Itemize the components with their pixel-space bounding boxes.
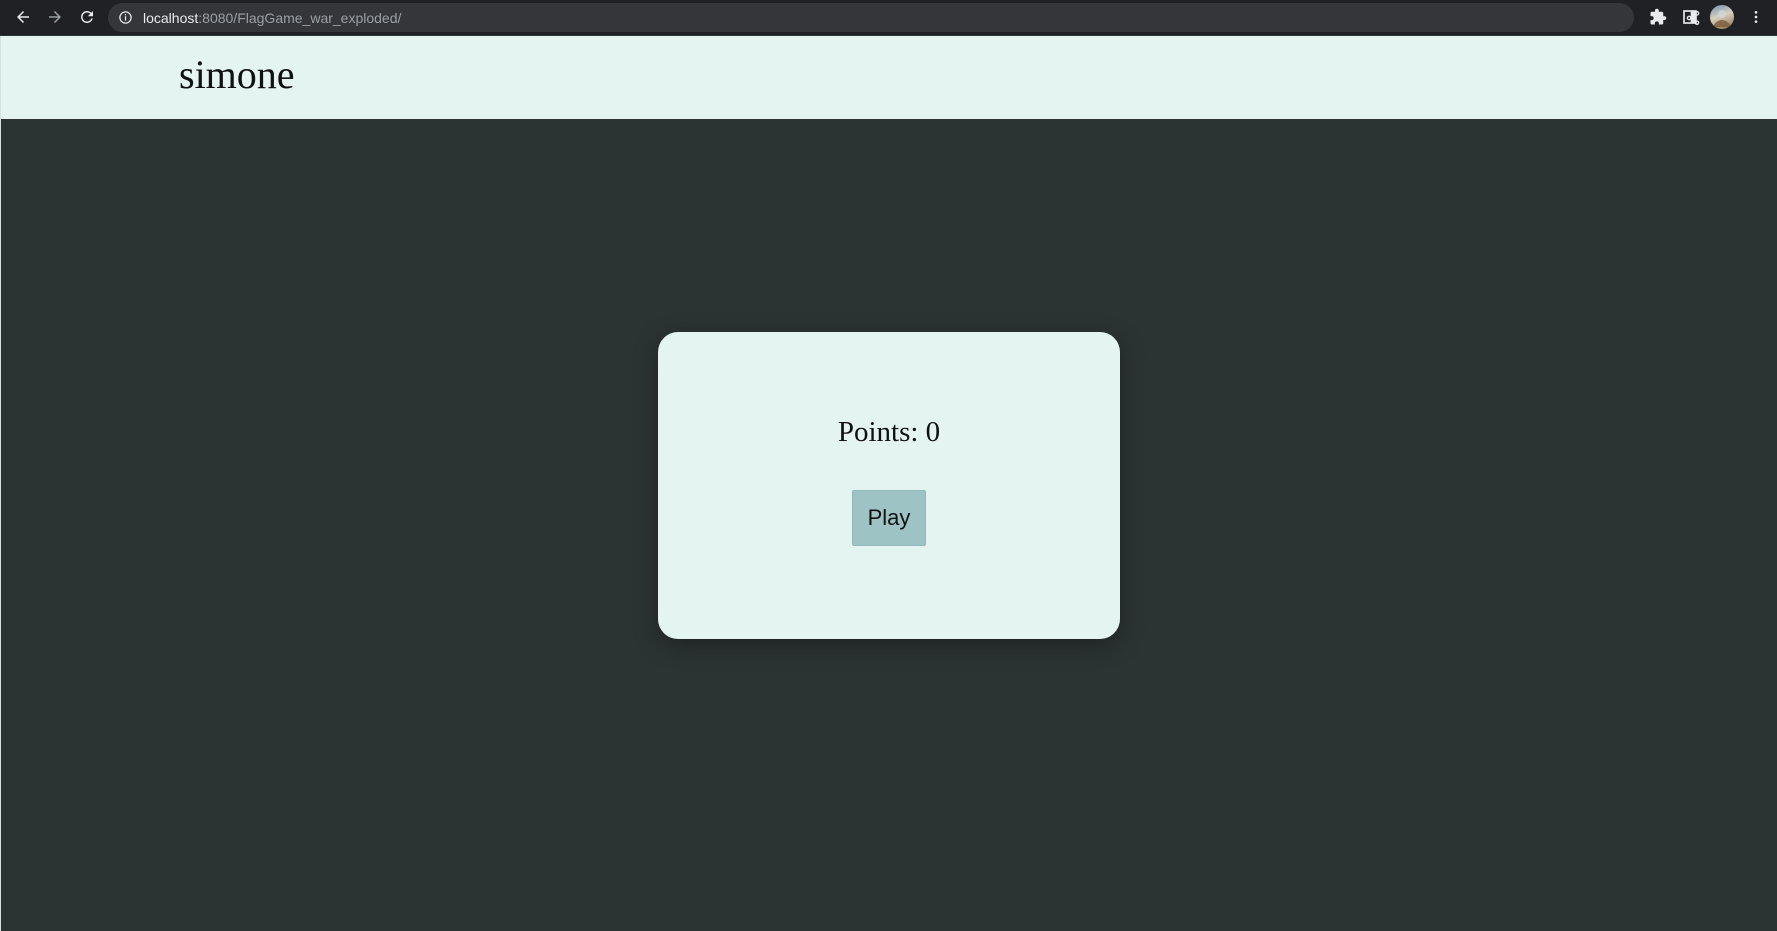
url-text[interactable]: localhost:8080/FlagGame_war_exploded/	[143, 10, 401, 26]
game-card: Points: 0 Play	[658, 332, 1120, 639]
browser-toolbar: localhost:8080/FlagGame_war_exploded/	[0, 0, 1777, 35]
extensions-button[interactable]	[1648, 7, 1668, 27]
arrow-left-icon	[17, 11, 29, 23]
info-icon[interactable]	[118, 10, 133, 25]
url-host: localhost	[143, 10, 199, 26]
page-left-border	[0, 36, 1, 931]
side-panel-button[interactable]	[1680, 7, 1700, 27]
play-button[interactable]: Play	[852, 490, 926, 546]
browser-menu-button[interactable]	[1746, 7, 1766, 27]
points-display: Points: 0	[837, 416, 941, 448]
back-button[interactable]	[8, 2, 38, 32]
username-label: simone	[179, 52, 295, 97]
page-header: simone	[1, 36, 1777, 119]
arrow-right-icon	[49, 11, 61, 23]
reload-icon	[80, 10, 93, 23]
puzzle-icon	[1650, 8, 1667, 25]
profile-avatar[interactable]	[1710, 5, 1734, 29]
avatar-icon	[1713, 10, 1731, 27]
vertical-dots-icon	[1754, 11, 1758, 23]
side-panel-icon	[1683, 10, 1697, 24]
address-bar[interactable]: localhost:8080/FlagGame_war_exploded/	[108, 3, 1732, 32]
forward-button[interactable]	[40, 2, 70, 32]
reload-button[interactable]	[72, 2, 102, 32]
url-path: :8080/FlagGame_war_exploded/	[198, 10, 402, 26]
